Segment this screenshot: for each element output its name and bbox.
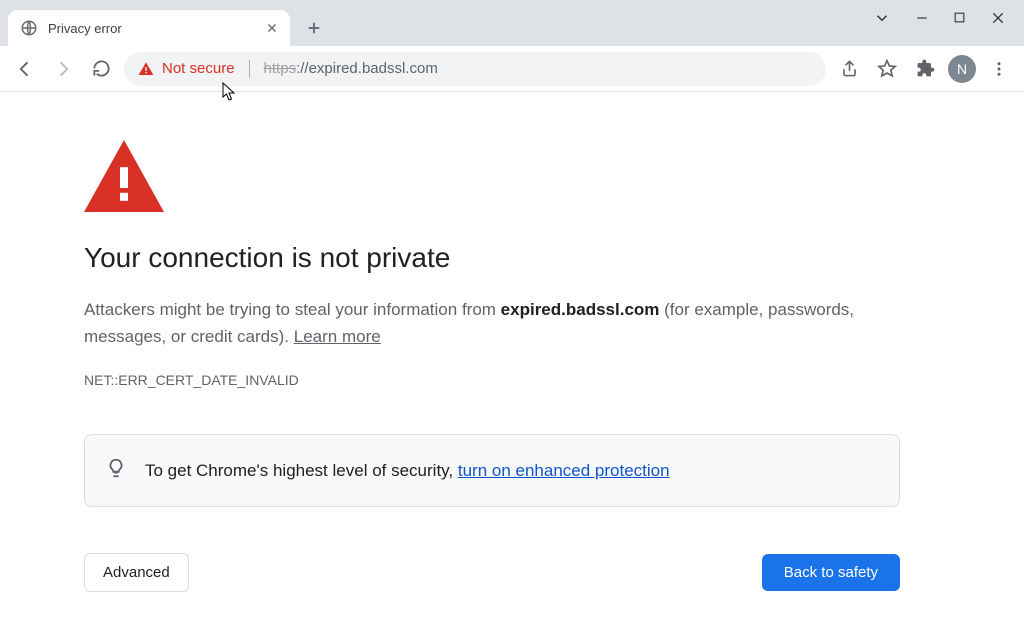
back-button[interactable] <box>10 54 40 84</box>
interstitial-content: Your connection is not private Attackers… <box>0 92 900 592</box>
browser-tab[interactable]: Privacy error <box>8 10 290 46</box>
tab-title: Privacy error <box>48 21 264 36</box>
learn-more-link[interactable]: Learn more <box>294 327 381 346</box>
enhanced-protection-link[interactable]: turn on enhanced protection <box>458 461 670 480</box>
window-close-icon[interactable] <box>990 10 1006 31</box>
url-text: https://expired.badssl.com <box>264 60 438 77</box>
maximize-icon[interactable] <box>953 11 966 29</box>
globe-icon <box>20 19 38 37</box>
extensions-puzzle-icon[interactable] <box>910 54 940 84</box>
toolbar: Not secure https://expired.badssl.com N <box>0 46 1024 92</box>
window-controls <box>855 0 1024 40</box>
chevron-down-icon[interactable] <box>873 9 891 32</box>
separator <box>249 60 250 78</box>
forward-button[interactable] <box>48 54 78 84</box>
bookmark-star-icon[interactable] <box>872 54 902 84</box>
minimize-icon[interactable] <box>915 11 929 30</box>
page-headline: Your connection is not private <box>84 242 900 274</box>
profile-avatar[interactable]: N <box>948 55 976 83</box>
lightbulb-icon <box>105 457 127 484</box>
reload-button[interactable] <box>86 54 116 84</box>
back-to-safety-button[interactable]: Back to safety <box>762 554 900 591</box>
enhanced-protection-box: To get Chrome's highest level of securit… <box>84 434 900 507</box>
share-icon[interactable] <box>834 54 864 84</box>
security-indicator[interactable]: Not secure <box>138 60 235 77</box>
kebab-menu-icon[interactable] <box>984 54 1014 84</box>
close-icon[interactable] <box>264 20 280 36</box>
warning-triangle-icon <box>138 61 154 77</box>
address-bar[interactable]: Not secure https://expired.badssl.com <box>124 52 826 86</box>
warning-triangle-icon <box>84 140 164 212</box>
warning-body: Attackers might be trying to steal your … <box>84 296 900 350</box>
new-tab-button[interactable] <box>300 14 328 42</box>
error-code: NET::ERR_CERT_DATE_INVALID <box>84 372 900 388</box>
button-row: Advanced Back to safety <box>84 553 900 592</box>
advanced-button[interactable]: Advanced <box>84 553 189 592</box>
security-label: Not secure <box>162 60 235 77</box>
